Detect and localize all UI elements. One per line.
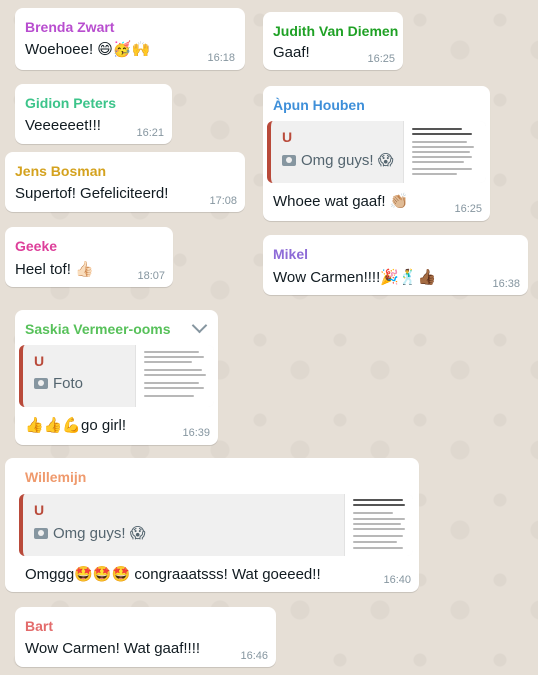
quoted-message[interactable]: U Omg guys! 😱: [19, 494, 413, 556]
message-time: 16:39: [182, 427, 210, 439]
message-time: 16:38: [492, 278, 520, 290]
message-text: Heel tof! 👍🏻: [15, 261, 94, 278]
message-text: Gaaf!: [273, 44, 310, 61]
message-text: Wow Carmen!!!!🎉🕺👍🏾: [273, 269, 437, 286]
message-bubble-jens[interactable]: Jens Bosman Supertof! Gefeliciteerd! 17:…: [5, 152, 245, 212]
message-bubble-apun[interactable]: Àpun Houben U Omg guys! 😱 Whoee wat gaaf…: [263, 86, 490, 221]
quote-thumbnail: [403, 121, 486, 183]
sender-name[interactable]: Geeke: [15, 238, 57, 254]
sender-name[interactable]: Gidion Peters: [25, 95, 116, 111]
quoted-message[interactable]: U Foto: [19, 345, 214, 407]
message-time: 17:08: [209, 195, 237, 207]
message-bubble-brenda[interactable]: Brenda Zwart Woehoee! 😄🥳🙌 16:18: [15, 8, 245, 70]
quote-author: U: [34, 502, 45, 518]
message-bubble-gidion[interactable]: Gidion Peters Veeeeeet!!! 16:21: [15, 84, 172, 144]
message-time: 16:40: [383, 574, 411, 586]
quote-text-row: Foto: [34, 375, 83, 392]
message-time: 16:25: [367, 53, 395, 65]
sender-name[interactable]: Mikel: [273, 246, 308, 262]
message-time: 16:21: [136, 127, 164, 139]
message-bubble-mikel[interactable]: Mikel Wow Carmen!!!!🎉🕺👍🏾 16:38: [263, 235, 528, 295]
message-text: Wow Carmen! Wat gaaf!!!!: [25, 640, 201, 657]
message-time: 16:46: [240, 650, 268, 662]
sender-name[interactable]: Jens Bosman: [15, 163, 106, 179]
message-text: Veeeeeet!!!: [25, 117, 101, 134]
quote-text: Omg guys! 😱: [53, 525, 146, 542]
message-text: 👍👍💪go girl!: [25, 417, 127, 434]
message-bubble-bart[interactable]: Bart Wow Carmen! Wat gaaf!!!! 16:46: [15, 607, 276, 667]
quote-author: U: [282, 129, 293, 145]
camera-icon: [34, 378, 48, 389]
message-bubble-saskia[interactable]: Saskia Vermeer-ooms U Foto 👍👍💪go girl! 1…: [15, 310, 218, 445]
quoted-message[interactable]: U Omg guys! 😱: [267, 121, 486, 183]
sender-name[interactable]: Bart: [25, 618, 53, 634]
quote-thumbnail: [135, 345, 214, 407]
camera-icon: [34, 527, 48, 539]
message-time: 16:25: [454, 203, 482, 215]
sender-name[interactable]: Judith Van Diemen: [273, 23, 398, 39]
message-text: Supertof! Gefeliciteerd!: [15, 185, 169, 202]
message-text: Whoee wat gaaf! 👏🏼: [273, 193, 409, 210]
quote-thumbnail: [344, 494, 413, 556]
message-text: Woehoee! 😄🥳🙌: [25, 41, 151, 58]
message-bubble-willemijn[interactable]: Willemijn U Omg guys! 😱 Omggg🤩🤩🤩 congraa…: [5, 458, 419, 592]
message-bubble-judith[interactable]: Judith Van Diemen Gaaf! 16:25: [263, 12, 403, 70]
quote-author: U: [34, 353, 45, 369]
quote-text-row: Omg guys! 😱: [34, 524, 145, 542]
message-text: Omggg🤩🤩🤩 congraaatsss! Wat goeeed!!: [25, 566, 321, 583]
quote-text-row: Omg guys! 😱: [282, 151, 393, 169]
sender-name[interactable]: Willemijn: [25, 469, 86, 485]
quote-text: Foto: [53, 375, 84, 392]
quote-text: Omg guys! 😱: [301, 152, 394, 169]
sender-name[interactable]: Àpun Houben: [273, 97, 365, 113]
chevron-down-icon[interactable]: [191, 317, 208, 334]
message-time: 16:18: [207, 52, 235, 64]
sender-name[interactable]: Brenda Zwart: [25, 19, 114, 35]
sender-name[interactable]: Saskia Vermeer-ooms: [25, 321, 171, 337]
camera-icon: [282, 154, 296, 166]
message-bubble-geeke[interactable]: Geeke Heel tof! 👍🏻 18:07: [5, 227, 173, 287]
message-time: 18:07: [137, 270, 165, 282]
